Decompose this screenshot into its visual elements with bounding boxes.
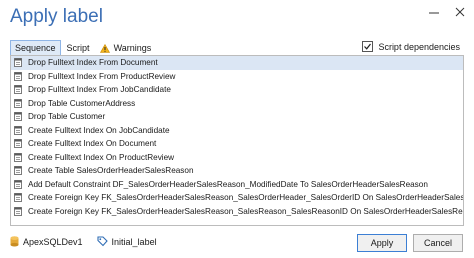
label-name: Initial_label xyxy=(111,236,157,247)
script-icon xyxy=(14,71,22,81)
list-item-label: Drop Table Customer xyxy=(28,112,106,122)
list-item[interactable]: Create Foreign Key FK_SalesOrderHeaderSa… xyxy=(11,191,463,205)
script-icon xyxy=(14,85,22,95)
tab-script[interactable]: Script xyxy=(63,41,94,55)
script-icon xyxy=(14,206,22,216)
list-item-label: Add Default Constraint DF_SalesOrderHead… xyxy=(28,179,428,189)
list-item[interactable]: Drop Table Customer xyxy=(11,110,463,124)
list-item[interactable]: Create Foreign Key FK_SalesOrderHeaderSa… xyxy=(11,205,463,219)
script-dependencies-label: Script dependencies xyxy=(378,41,460,52)
checkbox-box[interactable] xyxy=(362,41,374,52)
list-item-label: Create Fulltext Index On Document xyxy=(28,139,157,149)
status-database: ApexSQLDev1 xyxy=(10,236,83,247)
list-item[interactable]: Drop Fulltext Index From ProductReview xyxy=(11,70,463,84)
status-bar: ApexSQLDev1 Initial_label xyxy=(10,236,171,247)
list-item-label: Create Foreign Key FK_SalesOrderHeaderSa… xyxy=(28,193,464,203)
list-item-label: Drop Fulltext Index From JobCandidate xyxy=(28,85,171,95)
list-item[interactable]: Create Fulltext Index On JobCandidate xyxy=(11,124,463,138)
script-icon xyxy=(14,125,22,135)
window-controls xyxy=(428,6,466,18)
minimize-button[interactable] xyxy=(428,6,440,18)
list-item[interactable]: Create Table SalesOrderHeaderSalesReason xyxy=(11,164,463,178)
script-icon xyxy=(14,139,22,149)
list-item[interactable]: Create Fulltext Index On ProductReview xyxy=(11,151,463,165)
list-item[interactable]: Drop Fulltext Index From Document xyxy=(11,56,463,70)
list-item[interactable]: Create Fulltext Index On Document xyxy=(11,137,463,151)
apply-label-dialog: Apply label Sequence Script Warnings Scr… xyxy=(0,0,474,258)
close-button[interactable] xyxy=(454,6,466,18)
script-icon xyxy=(14,58,22,68)
script-icon xyxy=(14,112,22,122)
list-item[interactable]: Drop Fulltext Index From JobCandidate xyxy=(11,83,463,97)
list-item-label: Drop Fulltext Index From ProductReview xyxy=(28,71,176,81)
tag-icon xyxy=(96,236,108,247)
tab-warnings[interactable]: Warnings xyxy=(96,41,156,55)
minimize-icon xyxy=(429,12,439,14)
tab-sequence[interactable]: Sequence xyxy=(10,40,61,56)
script-dependencies-checkbox[interactable]: Script dependencies xyxy=(362,41,460,52)
checkmark-icon xyxy=(364,43,372,50)
list-item-label: Drop Table CustomerAddress xyxy=(28,98,136,108)
tab-script-label: Script xyxy=(66,43,90,53)
list-item[interactable]: Add Default Constraint DF_SalesOrderHead… xyxy=(11,178,463,192)
database-name: ApexSQLDev1 xyxy=(23,236,83,247)
list-item[interactable]: Drop Table CustomerAddress xyxy=(11,97,463,111)
script-icon xyxy=(14,152,22,162)
database-icon xyxy=(10,236,19,247)
list-item-label: Create Foreign Key FK_SalesOrderHeaderSa… xyxy=(28,206,464,216)
list-item-label: Create Table SalesOrderHeaderSalesReason xyxy=(28,166,194,176)
script-icon xyxy=(14,98,22,108)
list-item-label: Create Fulltext Index On ProductReview xyxy=(28,152,175,162)
script-icon xyxy=(14,193,22,203)
list-item-label: Create Fulltext Index On JobCandidate xyxy=(28,125,170,135)
close-icon xyxy=(455,7,465,17)
tab-warnings-label: Warnings xyxy=(113,43,152,53)
warning-icon xyxy=(99,43,110,53)
tab-sequence-label: Sequence xyxy=(15,43,56,53)
cancel-button[interactable]: Cancel xyxy=(413,234,463,252)
list-item-label: Drop Fulltext Index From Document xyxy=(28,58,158,68)
tab-bar: Sequence Script Warnings xyxy=(10,40,157,56)
apply-button[interactable]: Apply xyxy=(357,234,407,252)
status-label: Initial_label xyxy=(96,236,157,247)
script-icon xyxy=(14,166,22,176)
dialog-title: Apply label xyxy=(10,6,103,27)
sequence-list[interactable]: Drop Fulltext Index From Document Drop Fu… xyxy=(10,55,464,226)
script-icon xyxy=(14,179,22,189)
